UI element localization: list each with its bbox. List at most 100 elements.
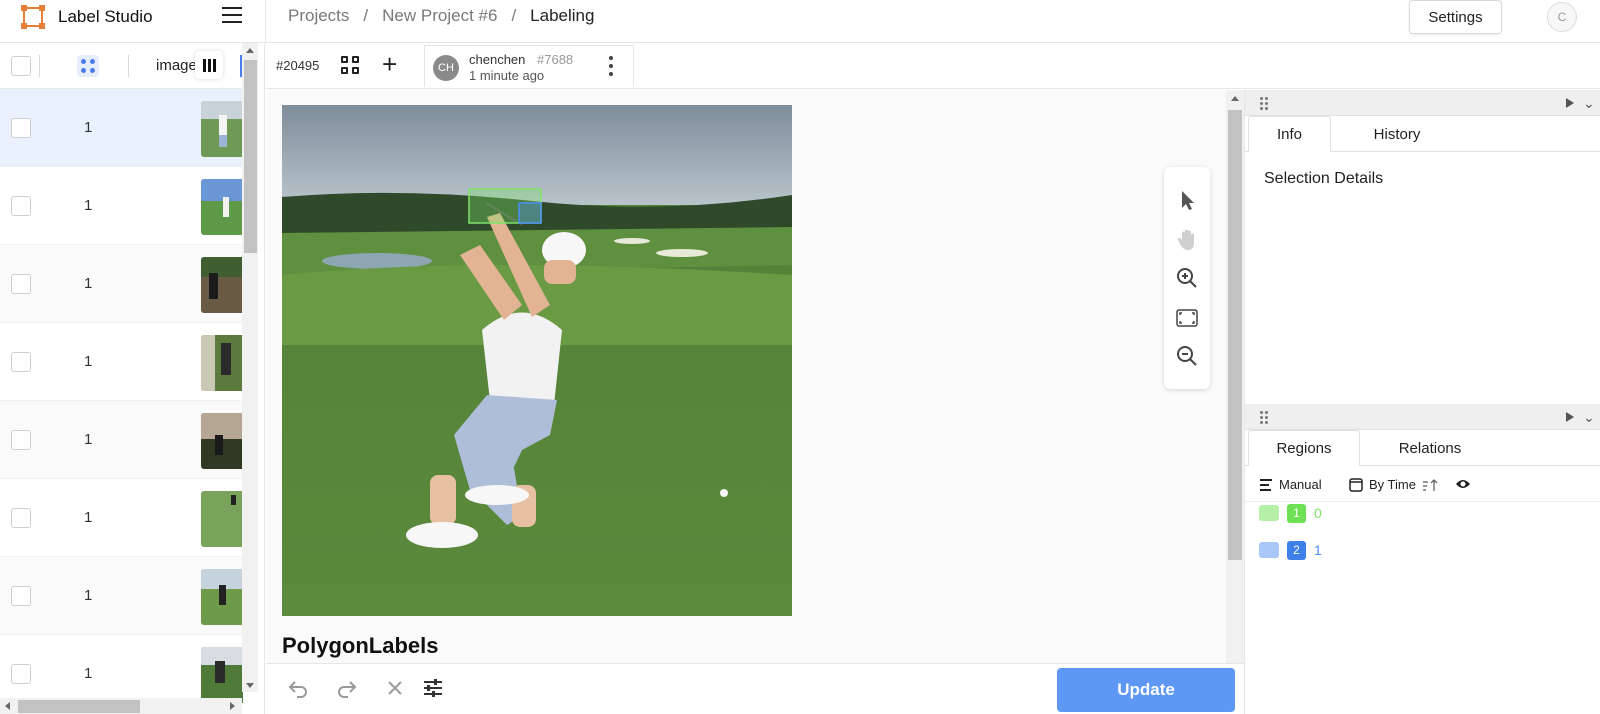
image-thumbnail bbox=[201, 257, 243, 313]
pan-hand-icon[interactable] bbox=[1174, 227, 1200, 253]
panel-expand-arrow-icon[interactable] bbox=[1566, 412, 1574, 422]
selection-details-title: Selection Details bbox=[1264, 170, 1384, 187]
reset-close-icon[interactable] bbox=[383, 676, 407, 700]
settings-button[interactable]: Settings bbox=[1409, 0, 1502, 34]
image-thumbnail bbox=[201, 101, 243, 157]
add-annotation-icon[interactable]: + bbox=[382, 51, 397, 77]
panel-drag-handle[interactable]: ⌄ bbox=[1245, 90, 1600, 116]
annotation-id: #7688 bbox=[537, 52, 574, 67]
tab-regions[interactable]: Regions bbox=[1248, 430, 1360, 466]
image-thumbnail bbox=[201, 647, 243, 703]
table-row[interactable]: 1 bbox=[0, 401, 243, 479]
annotation-toolbar: #20495 + CH chenchen #7688 1 minute ago bbox=[266, 43, 1600, 89]
user-avatar[interactable]: C bbox=[1547, 2, 1577, 32]
table-row[interactable]: 1 bbox=[0, 167, 243, 245]
tab-relations[interactable]: Relations bbox=[1363, 430, 1497, 466]
hamburger-menu-icon[interactable] bbox=[222, 7, 244, 25]
divider bbox=[265, 0, 266, 43]
breadcrumb-separator: / bbox=[363, 6, 369, 25]
manual-order-label: Manual bbox=[1279, 477, 1322, 492]
row-checkbox[interactable] bbox=[11, 352, 31, 372]
row-checkbox[interactable] bbox=[11, 430, 31, 450]
annotation-results-column-icon[interactable] bbox=[77, 55, 99, 77]
row-checkbox[interactable] bbox=[11, 664, 31, 684]
regions-toolbar: Manual By Time bbox=[1245, 466, 1600, 502]
update-button[interactable]: Update bbox=[1057, 668, 1235, 712]
scrollbar-thumb[interactable] bbox=[1228, 110, 1242, 560]
region-label: 1 bbox=[1314, 542, 1322, 558]
region-item[interactable]: 1 0 bbox=[1259, 501, 1322, 525]
grid-view-icon[interactable] bbox=[341, 56, 361, 76]
label-studio-logo-icon[interactable] bbox=[20, 4, 46, 30]
zoom-out-icon[interactable] bbox=[1174, 343, 1200, 369]
task-list-vertical-scrollbar[interactable] bbox=[242, 43, 258, 692]
image-thumbnail bbox=[201, 179, 243, 235]
breadcrumb-separator: / bbox=[511, 6, 517, 25]
tab-info[interactable]: Info bbox=[1248, 116, 1331, 152]
scrollbar-thumb[interactable] bbox=[18, 700, 140, 713]
regions-tabs: Regions Relations bbox=[1245, 430, 1600, 466]
app-title: Label Studio bbox=[58, 7, 153, 26]
panel-expand-arrow-icon[interactable] bbox=[1566, 98, 1574, 108]
image-tools-panel bbox=[1164, 167, 1210, 389]
sort-calendar-icon bbox=[1349, 477, 1363, 492]
breadcrumb-current: Labeling bbox=[530, 6, 595, 25]
labeling-canvas-area: PolygonLabels bbox=[266, 90, 1226, 663]
scroll-right-arrow-icon[interactable] bbox=[230, 702, 235, 710]
row-checkbox[interactable] bbox=[11, 274, 31, 294]
row-checkbox[interactable] bbox=[11, 196, 31, 216]
annotation-count: 1 bbox=[84, 509, 93, 526]
panel-collapse-icon[interactable]: ⌄ bbox=[1583, 95, 1595, 112]
tab-history[interactable]: History bbox=[1337, 116, 1457, 152]
table-row[interactable]: 1 bbox=[0, 557, 243, 635]
breadcrumb-projects[interactable]: Projects bbox=[288, 6, 349, 26]
undo-icon[interactable] bbox=[286, 676, 310, 700]
panel-drag-handle[interactable]: ⌄ bbox=[1245, 404, 1600, 430]
golf-swing-image[interactable] bbox=[282, 105, 792, 616]
column-header-image[interactable]: image bbox=[156, 57, 197, 74]
manual-order-button[interactable]: Manual bbox=[1259, 477, 1322, 492]
visibility-eye-icon[interactable] bbox=[1455, 478, 1471, 490]
annotation-count: 1 bbox=[84, 275, 93, 292]
table-row[interactable]: 1 bbox=[0, 89, 243, 167]
rectangle-region-icon bbox=[1259, 505, 1279, 521]
task-id: #20495 bbox=[276, 58, 320, 73]
settings-sliders-icon[interactable] bbox=[421, 676, 445, 700]
panel-collapse-icon[interactable]: ⌄ bbox=[1583, 409, 1595, 426]
sort-by-time-button[interactable]: By Time bbox=[1349, 477, 1438, 492]
sort-direction-icon[interactable] bbox=[1422, 478, 1438, 492]
select-all-checkbox[interactable] bbox=[11, 56, 31, 76]
scrollbar-thumb[interactable] bbox=[244, 60, 257, 253]
task-list: image 1 1 1 1 1 1 1 1 bbox=[0, 43, 265, 714]
scroll-up-arrow-icon[interactable] bbox=[1231, 96, 1239, 101]
row-checkbox[interactable] bbox=[11, 118, 31, 138]
columns-toggle-icon[interactable] bbox=[195, 51, 223, 79]
scroll-up-arrow-icon[interactable] bbox=[246, 48, 254, 53]
scroll-left-arrow-icon[interactable] bbox=[5, 702, 10, 710]
breadcrumb-project[interactable]: New Project #6 bbox=[382, 6, 497, 26]
redo-icon[interactable] bbox=[335, 676, 359, 700]
row-checkbox[interactable] bbox=[11, 508, 31, 528]
rectangle-region-icon bbox=[1259, 542, 1279, 558]
table-row[interactable]: 1 bbox=[0, 245, 243, 323]
drag-grip-icon[interactable] bbox=[1260, 411, 1268, 424]
row-checkbox[interactable] bbox=[11, 586, 31, 606]
top-bar: Label Studio Projects / New Project #6 /… bbox=[0, 0, 1600, 43]
task-list-horizontal-scrollbar[interactable] bbox=[0, 698, 242, 714]
table-row[interactable]: 1 bbox=[0, 323, 243, 401]
canvas-scrollbar[interactable] bbox=[1226, 90, 1244, 663]
region-item[interactable]: 2 1 bbox=[1259, 538, 1322, 562]
annotation-count: 1 bbox=[84, 119, 93, 136]
more-options-icon[interactable] bbox=[608, 56, 614, 78]
zoom-in-icon[interactable] bbox=[1174, 265, 1200, 291]
pointer-icon[interactable] bbox=[1174, 187, 1200, 213]
zoom-to-fit-icon[interactable] bbox=[1174, 305, 1200, 331]
scroll-down-arrow-icon[interactable] bbox=[246, 683, 254, 688]
column-separator bbox=[128, 55, 129, 77]
annotation-tab[interactable]: CH chenchen #7688 1 minute ago bbox=[424, 45, 634, 87]
regions-panel: ⌄ Regions Relations Manual By Time 1 0 2… bbox=[1244, 404, 1600, 714]
table-row[interactable]: 1 bbox=[0, 479, 243, 557]
image-thumbnail bbox=[201, 413, 243, 469]
drag-grip-icon[interactable] bbox=[1260, 97, 1268, 110]
annotation-count: 1 bbox=[84, 665, 93, 682]
